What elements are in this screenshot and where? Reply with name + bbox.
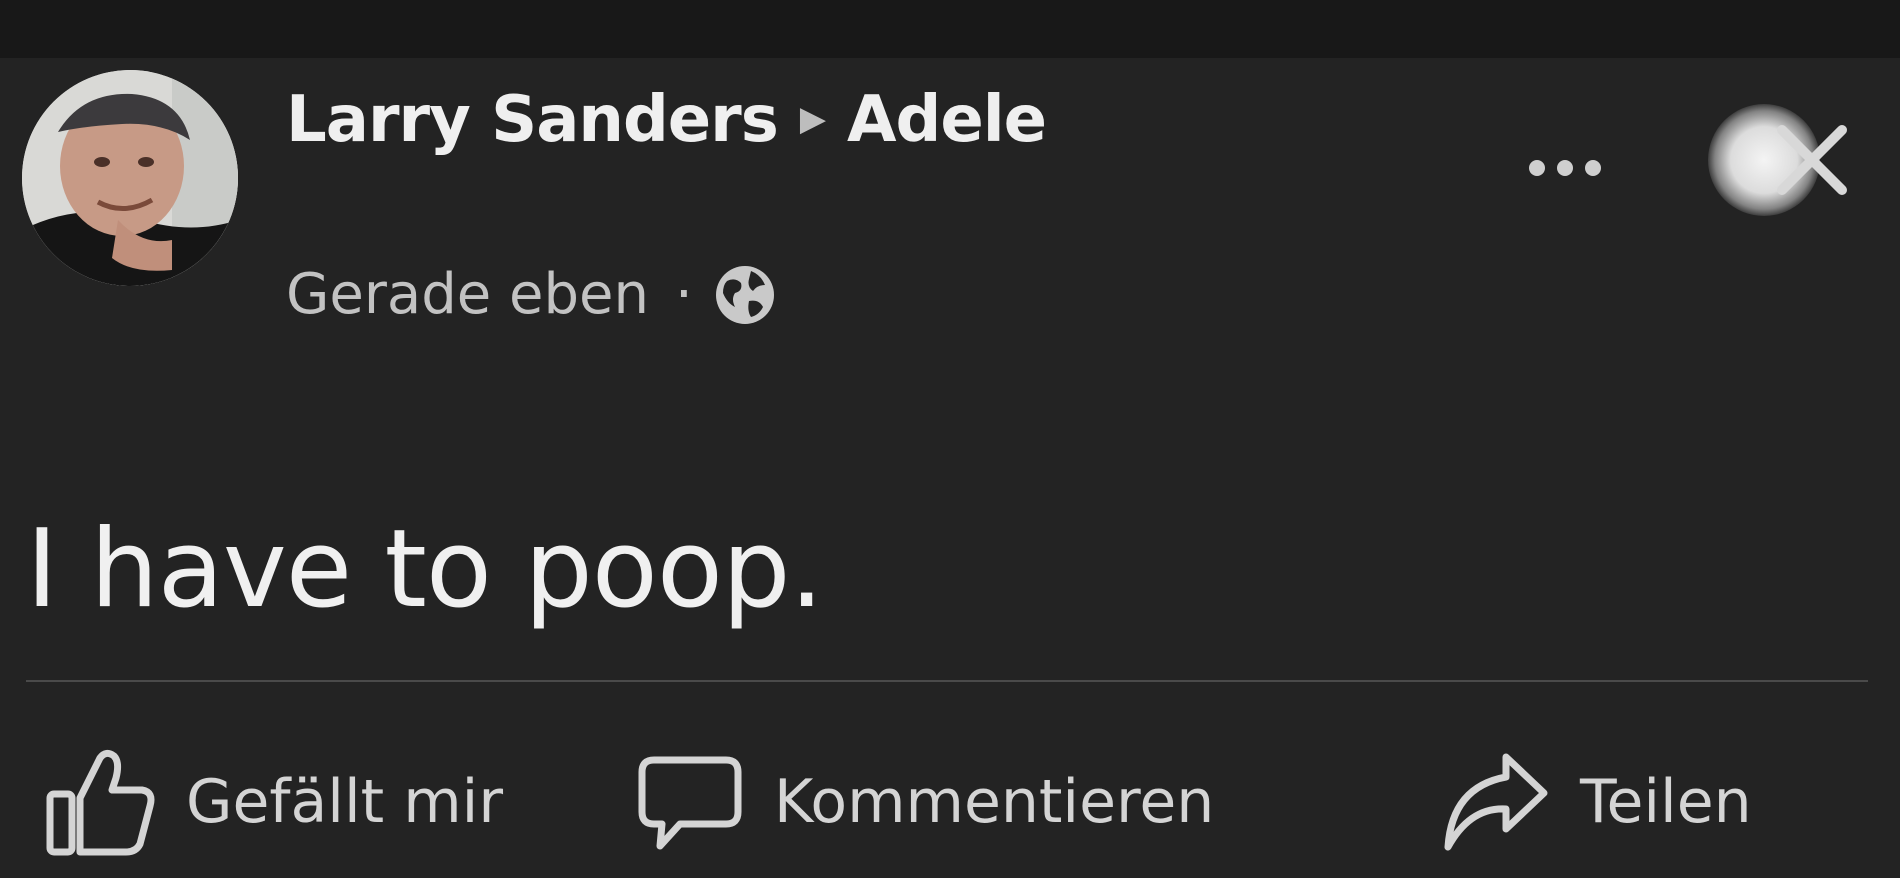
like-button[interactable]: Gefällt mir bbox=[44, 749, 504, 856]
avatar-photo bbox=[22, 70, 238, 286]
more-dot bbox=[1557, 160, 1573, 176]
comment-icon bbox=[638, 756, 742, 850]
post-header-title: Larry Sanders ▶ Adele bbox=[286, 80, 1047, 163]
arrow-right-icon: ▶ bbox=[799, 99, 826, 140]
avatar[interactable] bbox=[22, 70, 238, 286]
post-text: I have to poop. bbox=[26, 507, 824, 632]
share-icon bbox=[1444, 753, 1548, 851]
target-name[interactable]: Adele bbox=[847, 83, 1047, 157]
comment-label: Kommentieren bbox=[774, 767, 1215, 837]
more-options-button[interactable] bbox=[1515, 148, 1615, 188]
post-timestamp[interactable]: Gerade eben bbox=[286, 260, 649, 330]
close-icon bbox=[1777, 125, 1847, 195]
share-button[interactable]: Teilen bbox=[1440, 752, 1752, 852]
more-dot bbox=[1585, 160, 1601, 176]
share-label: Teilen bbox=[1580, 767, 1752, 837]
globe-icon bbox=[715, 266, 774, 324]
more-horizontal-icon bbox=[1529, 160, 1545, 176]
meta-separator: · bbox=[674, 262, 693, 327]
post-meta: Gerade eben · bbox=[286, 260, 777, 330]
author-name[interactable]: Larry Sanders bbox=[286, 83, 779, 157]
close-button[interactable] bbox=[1690, 96, 1860, 226]
like-label: Gefällt mir bbox=[186, 767, 504, 837]
comment-button[interactable]: Kommentieren bbox=[636, 752, 1214, 852]
top-bar bbox=[0, 0, 1900, 58]
divider bbox=[26, 680, 1868, 682]
thumbs-up-icon bbox=[46, 749, 155, 856]
